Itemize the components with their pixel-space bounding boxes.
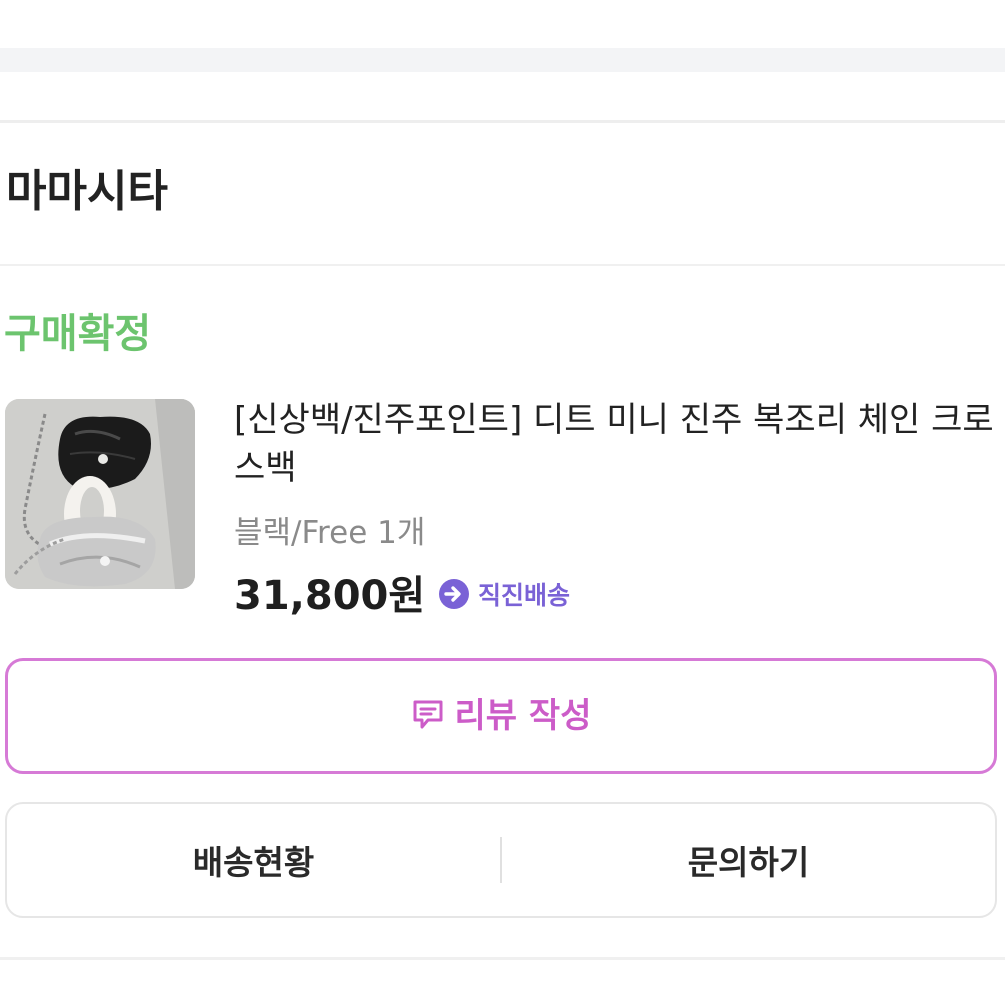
product-title[interactable]: [신상백/진주포인트] 디트 미니 진주 복조리 체인 크로스백 bbox=[234, 396, 994, 492]
direct-shipping-badge: 직진배송 bbox=[438, 576, 570, 616]
shipping-status-button[interactable]: 배송현황 bbox=[7, 804, 500, 916]
shipping-badge-label: 직진배송 bbox=[478, 581, 571, 610]
divider bbox=[0, 957, 1005, 960]
section-spacer bbox=[0, 48, 1005, 72]
store-name[interactable]: 마마시타 bbox=[6, 162, 168, 222]
write-review-label: 리뷰 작성 bbox=[454, 696, 592, 736]
write-review-button[interactable]: 리뷰 작성 bbox=[5, 658, 997, 774]
arrow-circle-icon bbox=[438, 578, 470, 614]
divider bbox=[0, 264, 1005, 266]
comment-icon bbox=[411, 697, 445, 735]
inquiry-button[interactable]: 문의하기 bbox=[502, 804, 995, 916]
product-thumbnail[interactable] bbox=[5, 399, 195, 589]
order-status: 구매확정 bbox=[4, 311, 152, 357]
product-price: 31,800원 bbox=[234, 573, 426, 619]
product-option: 블랙/Free 1개 bbox=[234, 515, 426, 551]
order-action-bar: 배송현황 문의하기 bbox=[5, 802, 997, 918]
order-detail-page: 마마시타 구매확정 [신상백/진주포인트] 디트 미니 진주 복조리 체인 크로… bbox=[0, 0, 1005, 1005]
divider bbox=[0, 120, 1005, 123]
